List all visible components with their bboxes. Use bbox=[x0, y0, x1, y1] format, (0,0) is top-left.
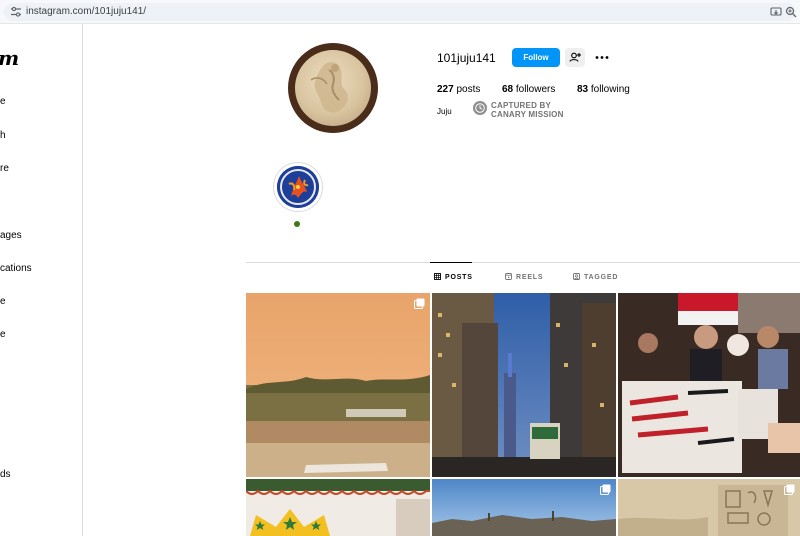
post-image-desert bbox=[432, 479, 616, 536]
post-thumbnail[interactable] bbox=[618, 479, 800, 536]
post-image-protest bbox=[618, 293, 800, 477]
active-tab-indicator bbox=[430, 262, 472, 263]
site-settings-icon[interactable] bbox=[10, 6, 22, 18]
highlight-cover-image bbox=[277, 166, 319, 208]
sidebar-item-search[interactable]: h bbox=[0, 130, 6, 141]
tab-tagged[interactable]: TAGGED bbox=[573, 273, 618, 281]
highlight-title-indicator bbox=[294, 221, 300, 227]
more-dots-icon bbox=[595, 56, 609, 59]
url-text[interactable]: instagram.com/101juju141/ bbox=[26, 6, 146, 17]
post-thumbnail[interactable] bbox=[432, 293, 616, 477]
tab-tagged-label: TAGGED bbox=[584, 274, 619, 281]
sidebar-nav: m e h re ages cations e e ds bbox=[0, 24, 83, 536]
profile-username: 101juju141 bbox=[437, 51, 496, 65]
sidebar-item-messages[interactable]: ages bbox=[0, 230, 22, 241]
posts-count: 227 posts bbox=[437, 84, 481, 95]
followers-count[interactable]: 68 followers bbox=[502, 84, 555, 95]
more-options-button[interactable] bbox=[592, 48, 612, 67]
canary-badge-icon bbox=[473, 101, 487, 115]
post-thumbnail[interactable] bbox=[432, 479, 616, 536]
sidebar-item-threads[interactable]: ds bbox=[0, 469, 11, 480]
profile-avatar[interactable] bbox=[288, 43, 378, 133]
avatar-image bbox=[295, 50, 371, 126]
profile-full-name: Juju bbox=[437, 107, 452, 116]
suggested-users-button[interactable] bbox=[565, 48, 585, 67]
sidebar-item-create[interactable]: e bbox=[0, 296, 6, 307]
avatar-relief-figure bbox=[310, 62, 348, 113]
zoom-icon[interactable] bbox=[785, 6, 797, 18]
tabs-divider bbox=[246, 262, 800, 263]
reels-icon bbox=[505, 273, 512, 280]
sidebar-item-home[interactable]: e bbox=[0, 96, 6, 107]
sidebar-item-profile[interactable]: e bbox=[0, 329, 6, 340]
post-image-decorated-wall bbox=[246, 479, 430, 536]
sidebar-item-notifications[interactable]: cations bbox=[0, 263, 32, 274]
tab-posts[interactable]: POSTS bbox=[434, 273, 473, 281]
multiple-posts-icon bbox=[784, 484, 795, 495]
follow-button[interactable]: Follow bbox=[512, 48, 560, 67]
canary-badge-text: CAPTURED BY CANARY MISSION bbox=[491, 101, 564, 119]
tab-posts-label: POSTS bbox=[445, 274, 473, 281]
post-image-hieroglyphs bbox=[618, 479, 800, 536]
multiple-posts-icon bbox=[600, 484, 611, 495]
grid-icon bbox=[434, 273, 441, 280]
add-user-icon bbox=[569, 52, 581, 62]
tagged-icon bbox=[573, 273, 580, 280]
url-box[interactable]: instagram.com/101juju141/ bbox=[4, 3, 797, 21]
multiple-posts-icon bbox=[414, 298, 425, 309]
post-thumbnail[interactable] bbox=[246, 293, 430, 477]
tab-reels-label: REELS bbox=[516, 274, 544, 281]
post-thumbnail[interactable] bbox=[246, 479, 430, 536]
post-thumbnail[interactable] bbox=[618, 293, 800, 477]
tab-reels[interactable]: REELS bbox=[505, 273, 543, 281]
install-app-icon[interactable] bbox=[770, 6, 782, 18]
post-image-river-sunset bbox=[246, 293, 430, 477]
sidebar-item-explore[interactable]: re bbox=[0, 163, 9, 174]
following-count[interactable]: 83 following bbox=[577, 84, 630, 95]
instagram-logo[interactable]: m bbox=[0, 46, 19, 70]
story-highlight[interactable] bbox=[273, 162, 323, 212]
browser-address-bar: instagram.com/101juju141/ bbox=[0, 0, 800, 24]
post-image-city-street bbox=[432, 293, 616, 477]
